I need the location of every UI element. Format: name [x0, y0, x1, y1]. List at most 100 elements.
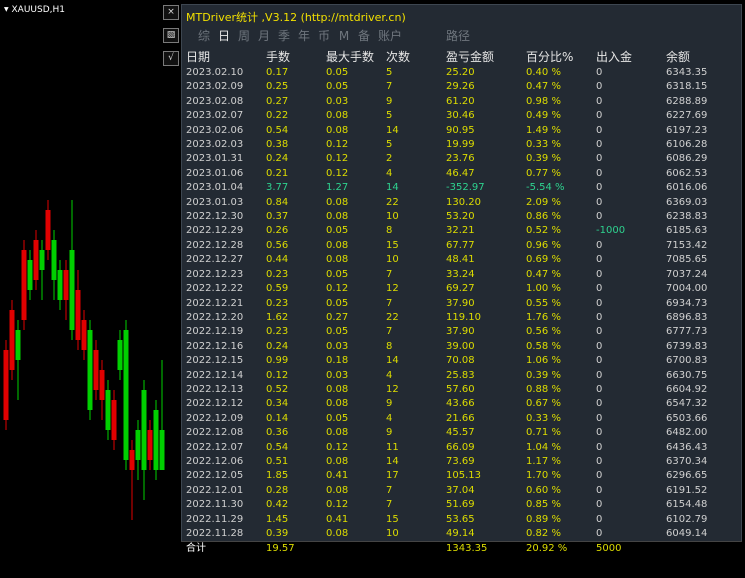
table-row[interactable]: 2023.01.04 3.77 1.27 14 -352.97 -5.54 % 0 6016.…: [186, 181, 736, 195]
cell-pl: 70.08: [446, 355, 475, 367]
cell-cnt: 9: [386, 427, 393, 439]
cell-pl: 21.66: [446, 412, 475, 424]
cell-lots: 0.99: [266, 355, 289, 367]
cell-lots: 0.28: [266, 484, 289, 496]
tab-1[interactable]: 日: [214, 28, 234, 44]
table-row[interactable]: 2022.12.12 0.34 0.08 9 43.66 0.67 % 0 6547.32: [186, 397, 736, 411]
cell-date: 2023.02.08: [186, 95, 244, 107]
cell-max: 0.08: [326, 383, 349, 395]
chart-type-icon[interactable]: ▧: [163, 28, 179, 43]
table-row[interactable]: 2022.12.07 0.54 0.12 11 66.09 1.04 % 0 6436.43: [186, 441, 736, 455]
table-row[interactable]: 2022.12.19 0.23 0.05 7 37.90 0.56 % 0 6777.73: [186, 325, 736, 339]
cell-pct: 0.33 %: [526, 412, 561, 424]
cell-flow: 0: [596, 398, 603, 410]
tab-9[interactable]: 账户: [378, 28, 402, 44]
cell-pl: 57.60: [446, 383, 475, 395]
table-row[interactable]: 2023.02.07 0.22 0.08 5 30.46 0.49 % 0 6227.69: [186, 109, 736, 123]
table-row[interactable]: 2023.02.08 0.27 0.03 9 61.20 0.98 % 0 6288.89: [186, 95, 736, 109]
cell-lots: 0.23: [266, 297, 289, 309]
cell-date: 2022.12.29: [186, 225, 244, 237]
table-row[interactable]: 2023.02.10 0.17 0.05 5 25.20 0.40 % 0 6343.35: [186, 66, 736, 80]
cell-lots: 0.34: [266, 398, 289, 410]
table-row[interactable]: 2022.12.16 0.24 0.03 8 39.00 0.58 % 0 6739.83: [186, 340, 736, 354]
close-icon[interactable]: ×: [163, 5, 179, 20]
table-row[interactable]: 2022.12.27 0.44 0.08 10 48.41 0.69 % 0 7085.65: [186, 253, 736, 267]
table-row[interactable]: 2023.02.09 0.25 0.05 7 29.26 0.47 % 0 6318.15: [186, 80, 736, 94]
cell-pl: 67.77: [446, 239, 475, 251]
table-row[interactable]: 2023.01.03 0.84 0.08 22 130.20 2.09 % 0 6369.03: [186, 196, 736, 210]
table-row[interactable]: 2023.01.31 0.24 0.12 2 23.76 0.39 % 0 6086.29: [186, 152, 736, 166]
table-row[interactable]: 2022.11.30 0.42 0.12 7 51.69 0.85 % 0 6154.48: [186, 498, 736, 512]
tab-2[interactable]: 周: [234, 28, 254, 44]
table-row[interactable]: 2022.12.08 0.36 0.08 9 45.57 0.71 % 0 6482.00: [186, 426, 736, 440]
cell-pct: 0.67 %: [526, 398, 561, 410]
cell-max: 0.03: [326, 340, 349, 352]
table-row[interactable]: 2022.12.20 1.62 0.27 22 119.10 1.76 % 0 6896.83: [186, 311, 736, 325]
table-row[interactable]: 2022.12.28 0.56 0.08 15 67.77 0.96 % 0 7153.42: [186, 239, 736, 253]
cell-pct: 0.69 %: [526, 254, 561, 266]
table-row[interactable]: 2022.12.15 0.99 0.18 14 70.08 1.06 % 0 6700.83: [186, 354, 736, 368]
cell-lots: 0.42: [266, 499, 289, 511]
table-row[interactable]: 2022.12.13 0.52 0.08 12 57.60 0.88 % 0 6604.92: [186, 383, 736, 397]
cell-cnt: 15: [386, 513, 399, 525]
price-chart[interactable]: ▼ XAUUSD,H1 × ▧ √: [0, 0, 180, 578]
tab-10[interactable]: 路径: [446, 28, 470, 44]
tab-3[interactable]: 月: [254, 28, 274, 44]
cell-flow: 0: [596, 182, 603, 194]
cell-date: 2022.12.14: [186, 369, 244, 381]
tab-7[interactable]: M: [334, 28, 354, 44]
cell-cnt: 9: [386, 95, 393, 107]
column-header: 最大手数: [326, 50, 375, 64]
table-row[interactable]: 2022.11.28 0.39 0.08 10 49.14 0.82 % 0 6049.14: [186, 527, 736, 541]
candle-body: [111, 400, 117, 440]
table-row[interactable]: 2022.12.30 0.37 0.08 10 53.20 0.86 % 0 6238.83: [186, 210, 736, 224]
cell-pct: 0.77 %: [526, 167, 561, 179]
cell-bal: 6482.00: [666, 427, 708, 439]
table-row[interactable]: 2022.12.23 0.23 0.05 7 33.24 0.47 % 0 7037.24: [186, 268, 736, 282]
tab-5[interactable]: 年: [294, 28, 314, 44]
table-row[interactable]: 2022.12.09 0.14 0.05 4 21.66 0.33 % 0 6503.66: [186, 412, 736, 426]
cell-bal: 6102.79: [666, 513, 708, 525]
cell-cnt: 11: [386, 441, 399, 453]
table-row[interactable]: 2022.12.21 0.23 0.05 7 37.90 0.55 % 0 6934.73: [186, 297, 736, 311]
table-row[interactable]: 2022.11.29 1.45 0.41 15 53.65 0.89 % 0 6102.79: [186, 513, 736, 527]
table-row[interactable]: 2023.01.06 0.21 0.12 4 46.47 0.77 % 0 6062.53: [186, 167, 736, 181]
cell-max: 0.41: [326, 470, 349, 482]
cell-lots: 0.38: [266, 139, 289, 151]
cell-bal: 6106.28: [666, 139, 708, 151]
tab-0[interactable]: 综: [194, 28, 214, 44]
table-row[interactable]: 2022.12.05 1.85 0.41 17 105.13 1.70 % 0 6296.65: [186, 469, 736, 483]
table-row[interactable]: 2022.12.06 0.51 0.08 14 73.69 1.17 % 0 6370.34: [186, 455, 736, 469]
cell-pct: 0.52 %: [526, 225, 561, 237]
cell-cnt: 10: [386, 528, 399, 539]
cell-date: 2022.12.06: [186, 455, 244, 467]
table-row[interactable]: 2022.12.01 0.28 0.08 7 37.04 0.60 % 0 6191.52: [186, 484, 736, 498]
cell-lots: 0.44: [266, 254, 289, 266]
tab-4[interactable]: 季: [274, 28, 294, 44]
cell-date: 2022.12.15: [186, 355, 244, 367]
check-icon[interactable]: √: [163, 51, 179, 66]
table-row[interactable]: 2023.02.06 0.54 0.08 14 90.95 1.49 % 0 6197.23: [186, 124, 736, 138]
cell-bal: 6547.32: [666, 398, 708, 410]
tab-6[interactable]: 币: [314, 28, 334, 44]
cell-flow: 0: [596, 528, 603, 539]
tab-8[interactable]: 备: [354, 28, 374, 44]
cell-pl: 61.20: [446, 95, 475, 107]
cell-date: 2022.11.28: [186, 528, 244, 539]
cell-flow: 0: [596, 499, 603, 511]
cell-pl: 39.00: [446, 340, 475, 352]
cell-pct: 0.47 %: [526, 268, 561, 280]
cell-max: 0.05: [326, 81, 349, 93]
cell-date: 2022.12.23: [186, 268, 244, 280]
cell-bal: 6227.69: [666, 110, 708, 122]
table-row[interactable]: 2023.02.03 0.38 0.12 5 19.99 0.33 % 0 6106.28: [186, 138, 736, 152]
table-row[interactable]: 2022.12.29 0.26 0.05 8 32.21 0.52 % -1000 6185.…: [186, 224, 736, 238]
cell-pl: 25.83: [446, 369, 475, 381]
cell-date: 2023.02.09: [186, 81, 244, 93]
tab-bar: 综日周月季年币 M 备账户 路径: [194, 28, 474, 44]
table-row[interactable]: 2022.12.14 0.12 0.03 4 25.83 0.39 % 0 6630.75: [186, 369, 736, 383]
cell-flow: 0: [596, 455, 603, 467]
cell-flow: 0: [596, 470, 603, 482]
table-row[interactable]: 2022.12.22 0.59 0.12 12 69.27 1.00 % 0 7004.00: [186, 282, 736, 296]
cell-flow: 0: [596, 513, 603, 525]
